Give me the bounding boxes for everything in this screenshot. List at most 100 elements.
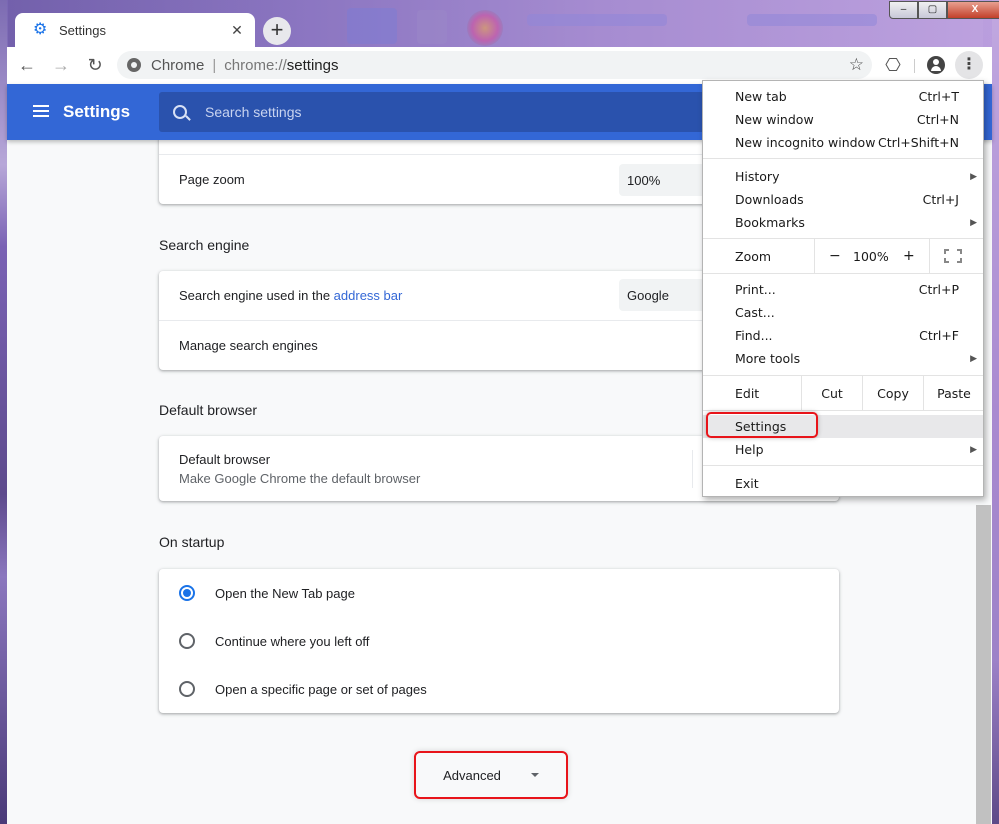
blurred-background-window <box>347 8 397 44</box>
fullscreen-icon[interactable] <box>944 249 962 263</box>
menu-item-label: Cast... <box>735 305 775 320</box>
menu-item-print[interactable]: Print... Ctrl+P <box>703 278 983 301</box>
menu-item-shortcut: Ctrl+T <box>918 89 959 104</box>
menu-item-label: New incognito window <box>735 135 876 150</box>
startup-option[interactable]: Continue where you left off <box>159 617 839 665</box>
menu-item-more-tools[interactable]: More tools ▶ <box>703 347 983 370</box>
menu-item-label: Exit <box>735 476 759 491</box>
close-tab-icon[interactable]: ✕ <box>229 22 245 39</box>
startup-option-label: Open a specific page or set of pages <box>215 681 427 697</box>
cut-button[interactable]: Cut <box>802 386 862 401</box>
menu-item-help[interactable]: Help ▶ <box>703 438 983 461</box>
menu-item-label: Help <box>735 442 764 457</box>
new-tab-button[interactable]: + <box>263 17 291 45</box>
default-browser-section-title: Default browser <box>159 402 258 418</box>
menu-item-find[interactable]: Find... Ctrl+F <box>703 324 983 347</box>
menu-separator <box>703 410 983 411</box>
scrollbar-thumb[interactable] <box>976 505 991 824</box>
arrow-left-icon: ← <box>18 55 36 75</box>
menu-item-shortcut: Ctrl+F <box>919 328 959 343</box>
menu-item-label: Settings <box>735 419 787 434</box>
zoom-in-button[interactable]: + <box>903 248 915 264</box>
menu-item-label: Downloads <box>735 192 804 207</box>
page-title: Settings <box>63 102 131 121</box>
caret-down-icon <box>530 773 539 777</box>
search-engine-label-text: Search engine used in the <box>179 288 334 303</box>
tab-title: Settings <box>59 22 106 38</box>
blurred-background-window <box>417 10 447 44</box>
forward-button[interactable]: → <box>47 52 75 80</box>
menu-item-shortcut: Ctrl+J <box>922 192 959 207</box>
edit-label: Edit <box>735 385 760 401</box>
minimize-button[interactable]: ‒ <box>889 1 918 19</box>
startup-option-label: Continue where you left off <box>215 633 370 649</box>
arrow-right-icon: → <box>52 55 70 75</box>
more-vert-icon: ⋮ <box>961 56 977 73</box>
menu-item-bookmarks[interactable]: Bookmarks ▶ <box>703 211 983 234</box>
menu-item-new-incognito-window[interactable]: New incognito window Ctrl+Shift+N <box>703 131 983 154</box>
menu-item-downloads[interactable]: Downloads Ctrl+J <box>703 188 983 211</box>
tab-settings[interactable]: ⚙ Settings ✕ <box>15 13 255 47</box>
window-controls: ‒ ▢ X <box>889 1 999 19</box>
zoom-label: Zoom <box>735 248 772 264</box>
search-settings-box[interactable] <box>159 92 719 132</box>
menu-item-new-window[interactable]: New window Ctrl+N <box>703 108 983 131</box>
menu-item-label: Find... <box>735 328 773 343</box>
bookmark-star-icon[interactable]: ☆ <box>849 55 864 75</box>
menu-item-label: New tab <box>735 89 787 104</box>
menu-edit-row: Edit Cut Copy Paste <box>703 376 983 410</box>
on-startup-card: Open the New Tab page Continue where you… <box>159 569 839 713</box>
extension-icon[interactable]: ⎔ <box>881 53 905 77</box>
chrome-menu: New tab Ctrl+T New window Ctrl+N New inc… <box>702 80 984 497</box>
search-engine-section-title: Search engine <box>159 237 250 253</box>
row-divider <box>692 450 693 488</box>
menu-vertical-separator <box>814 239 815 273</box>
back-button[interactable]: ← <box>13 52 41 80</box>
chrome-logo-icon <box>127 58 141 72</box>
reload-icon: ↻ <box>87 55 103 75</box>
startup-option[interactable]: Open the New Tab page <box>159 569 839 617</box>
menu-item-label: More tools <box>735 351 801 366</box>
profile-button[interactable] <box>924 53 948 77</box>
maximize-button[interactable]: ▢ <box>918 1 947 19</box>
default-browser-row-title: Default browser <box>179 451 271 467</box>
menu-vertical-separator <box>929 239 930 273</box>
submenu-arrow-icon: ▶ <box>970 217 977 228</box>
search-icon <box>173 105 187 119</box>
chrome-menu-button[interactable]: ⋮ <box>955 51 983 79</box>
submenu-arrow-icon: ▶ <box>970 444 977 455</box>
blurred-background-icon <box>467 10 503 46</box>
menu-item-label: History <box>735 169 780 184</box>
startup-option-label: Open the New Tab page <box>215 585 355 601</box>
reload-button[interactable]: ↻ <box>81 52 109 80</box>
radio-unchecked-icon[interactable] <box>179 633 195 649</box>
radio-unchecked-icon[interactable] <box>179 681 195 697</box>
address-bar-link[interactable]: address bar <box>334 288 403 303</box>
advanced-button[interactable]: Advanced <box>414 751 568 799</box>
manage-search-engines-label: Manage search engines <box>179 337 318 353</box>
hamburger-menu-icon[interactable] <box>33 105 49 117</box>
zoom-level-value: 100% <box>853 248 889 264</box>
search-engine-label: Search engine used in the address bar <box>179 288 402 303</box>
menu-item-settings[interactable]: Settings <box>703 415 983 438</box>
radio-checked-icon[interactable] <box>179 585 195 601</box>
menu-item-history[interactable]: History ▶ <box>703 165 983 188</box>
chrome-window: ⚙ Settings ✕ + ‒ ▢ X ← → ↻ Chrome | chro… <box>7 0 999 824</box>
close-window-button[interactable]: X <box>947 1 999 19</box>
copy-button[interactable]: Copy <box>863 386 923 401</box>
page-zoom-label: Page zoom <box>179 172 245 187</box>
menu-item-exit[interactable]: Exit <box>703 472 983 495</box>
menu-item-new-tab[interactable]: New tab Ctrl+T <box>703 85 983 108</box>
menu-item-label: Bookmarks <box>735 215 805 230</box>
paste-button[interactable]: Paste <box>924 386 984 401</box>
menu-item-cast[interactable]: Cast... <box>703 301 983 324</box>
startup-option[interactable]: Open a specific page or set of pages <box>159 665 839 713</box>
zoom-out-button[interactable]: − <box>829 248 841 264</box>
menu-item-shortcut: Ctrl+Shift+N <box>878 135 959 150</box>
menu-separator <box>703 273 983 274</box>
on-startup-section-title: On startup <box>159 534 225 550</box>
menu-item-label: Print... <box>735 282 776 297</box>
menu-separator <box>703 158 983 159</box>
search-settings-input[interactable] <box>205 104 685 120</box>
address-bar[interactable]: Chrome | chrome://settings ☆ <box>117 51 872 79</box>
